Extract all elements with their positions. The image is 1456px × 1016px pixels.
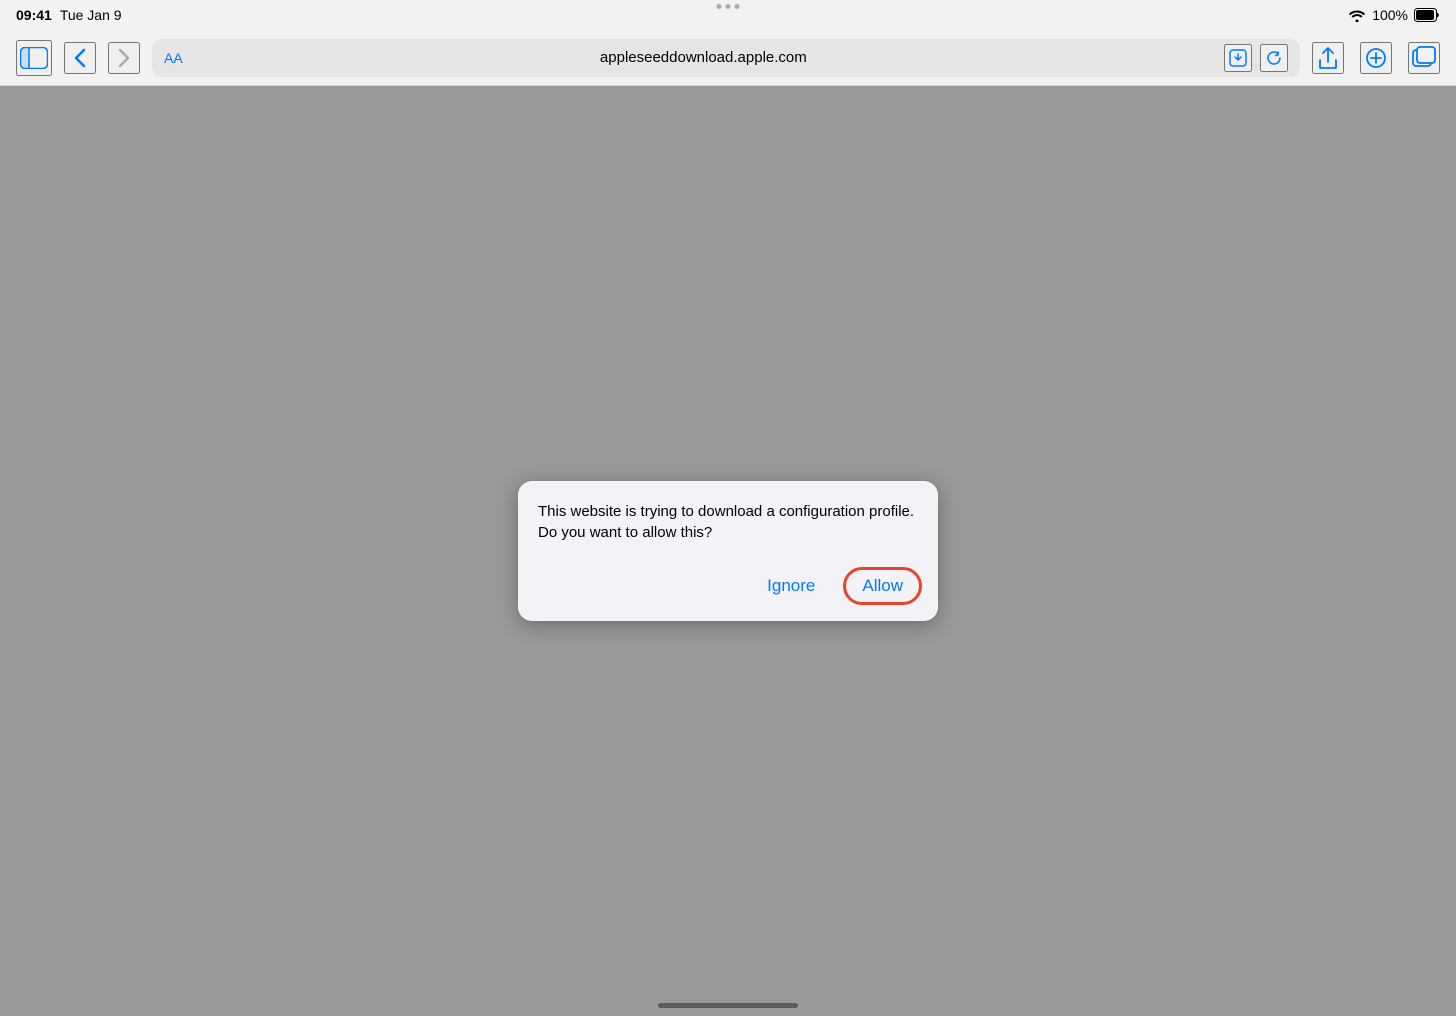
status-right: 100%: [1348, 7, 1440, 23]
nav-right-icons: [1312, 42, 1440, 74]
battery-icon: [1414, 8, 1440, 22]
address-bar-icons: [1224, 44, 1288, 72]
status-date: Tue Jan 9: [60, 7, 122, 23]
forward-button[interactable]: [108, 42, 140, 74]
dialog-body: This website is trying to download a con…: [518, 481, 938, 559]
reload-button[interactable]: [1260, 44, 1288, 72]
download-icon-button[interactable]: [1224, 44, 1252, 72]
status-bar: 09:41 Tue Jan 9 100%: [0, 0, 1456, 30]
status-time: 09:41: [16, 7, 52, 23]
dialog-overlay: This website is trying to download a con…: [0, 86, 1456, 1016]
dot2: [726, 4, 731, 9]
dot3: [735, 4, 740, 9]
reader-mode-button[interactable]: AA: [164, 50, 183, 66]
home-indicator: [658, 1003, 798, 1008]
dot1: [717, 4, 722, 9]
share-button[interactable]: [1312, 42, 1344, 74]
three-dots: [717, 4, 740, 9]
wifi-icon: [1348, 8, 1366, 22]
nav-bar: AA appleseeddownload.apple.com: [0, 30, 1456, 86]
address-bar[interactable]: AA appleseeddownload.apple.com: [152, 39, 1300, 77]
dialog-actions: Ignore Allow: [518, 559, 938, 621]
url-display: appleseeddownload.apple.com: [191, 49, 1216, 66]
sidebar-toggle-button[interactable]: [16, 40, 52, 76]
allow-button[interactable]: Allow: [843, 567, 922, 605]
ignore-button[interactable]: Ignore: [755, 570, 827, 602]
configuration-profile-dialog: This website is trying to download a con…: [518, 481, 938, 621]
tabs-button[interactable]: [1408, 42, 1440, 74]
battery-text: 100%: [1372, 7, 1408, 23]
content-area: This website is trying to download a con…: [0, 86, 1456, 1016]
dialog-message: This website is trying to download a con…: [538, 501, 918, 543]
new-tab-button[interactable]: [1360, 42, 1392, 74]
status-left: 09:41 Tue Jan 9: [16, 7, 122, 23]
back-button[interactable]: [64, 42, 96, 74]
